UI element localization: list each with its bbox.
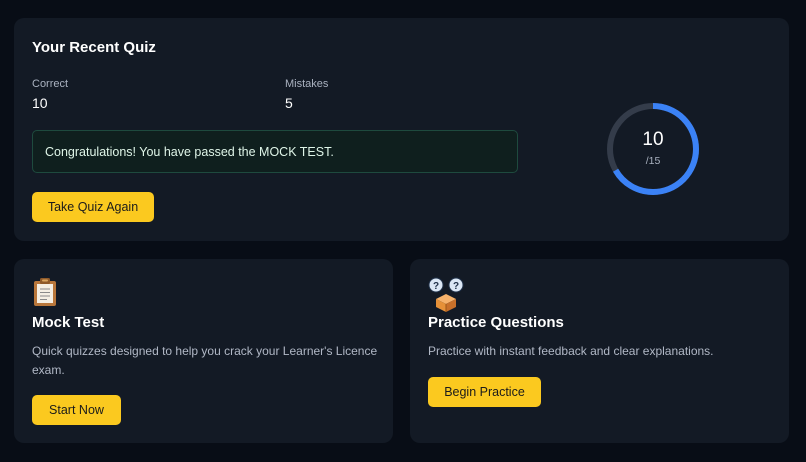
question-box-icon: ? ? — [428, 277, 466, 318]
begin-practice-button[interactable]: Begin Practice — [428, 377, 541, 407]
congrats-message: Congratulations! You have passed the MOC… — [45, 144, 334, 159]
clipboard-icon — [32, 277, 58, 312]
congrats-banner: Congratulations! You have passed the MOC… — [32, 130, 518, 173]
take-quiz-again-button[interactable]: Take Quiz Again — [32, 192, 154, 222]
mock-test-title: Mock Test — [32, 314, 105, 331]
practice-questions-title: Practice Questions — [428, 314, 564, 331]
mock-test-description: Quick quizzes designed to help you crack… — [32, 344, 378, 377]
mistakes-value: 5 — [285, 95, 293, 111]
score-number: 10 — [642, 129, 664, 150]
start-now-button[interactable]: Start Now — [32, 395, 121, 425]
practice-questions-description: Practice with instant feedback and clear… — [428, 344, 714, 358]
score-total: /15 — [645, 155, 661, 167]
practice-questions-card: ? ? Practice Questions Practice with ins… — [410, 259, 789, 443]
correct-label: Correct — [32, 78, 69, 90]
correct-value: 10 — [32, 95, 48, 111]
recent-quiz-title: Your Recent Quiz — [32, 39, 156, 56]
svg-text:?: ? — [433, 281, 439, 292]
mistakes-label: Mistakes — [285, 78, 329, 90]
svg-text:?: ? — [453, 281, 459, 292]
recent-quiz-card: Your Recent Quiz Correct 10 Mistakes 5 C… — [14, 18, 789, 241]
mock-test-card: Mock Test Quick quizzes designed to help… — [14, 259, 393, 443]
